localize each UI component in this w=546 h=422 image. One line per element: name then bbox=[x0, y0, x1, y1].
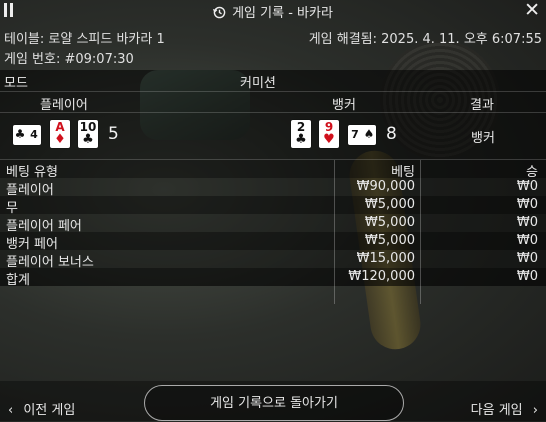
player-card-3: 10 ♣ bbox=[78, 120, 98, 148]
game-number: 게임 번호: #09:07:30 bbox=[4, 52, 134, 67]
card-suit: ♥ bbox=[323, 132, 335, 147]
bet-amount: ₩90,000 bbox=[356, 179, 415, 194]
next-game-label: 다음 게임 bbox=[470, 403, 523, 418]
next-game-button[interactable]: 다음 게임 › bbox=[471, 399, 538, 418]
card-suit: ♣ bbox=[82, 132, 94, 147]
commission-label: 커미션 bbox=[240, 76, 276, 91]
win-amount: ₩0 bbox=[516, 251, 538, 266]
window-title: 게임 기록 - 바카라 bbox=[232, 6, 333, 21]
chevron-left-icon: ‹ bbox=[8, 403, 14, 418]
banker-card-1: 2 ♣ bbox=[291, 120, 311, 148]
table-row: 플레이어 페어 ₩5,000 ₩0 bbox=[0, 214, 546, 234]
bet-amount: ₩5,000 bbox=[364, 233, 415, 248]
table-row: 무 ₩5,000 ₩0 bbox=[0, 196, 546, 216]
card-rank: 7 bbox=[351, 128, 359, 141]
banker-score: 8 bbox=[386, 124, 397, 144]
win-amount: ₩0 bbox=[516, 179, 538, 194]
bet-amount: ₩5,000 bbox=[364, 215, 415, 230]
player-score: 5 bbox=[108, 124, 119, 144]
player-card-1: 4 ♣ bbox=[13, 125, 41, 145]
win-amount: ₩0 bbox=[516, 215, 538, 230]
total-row: 합계 ₩120,000 ₩0 bbox=[0, 268, 546, 288]
total-label: 합계 bbox=[6, 273, 30, 288]
card-suit: ♣ bbox=[295, 132, 307, 147]
table-row: 플레이어 보너스 ₩15,000 ₩0 bbox=[0, 250, 546, 270]
bet-amount: ₩5,000 bbox=[364, 197, 415, 212]
table-row: 뱅커 페어 ₩5,000 ₩0 bbox=[0, 232, 546, 252]
total-win-amount: ₩0 bbox=[516, 269, 538, 284]
table-name: 테이블: 로얄 스피드 바카라 1 bbox=[4, 32, 165, 47]
back-to-history-button[interactable]: 게임 기록으로 돌아가기 bbox=[144, 385, 404, 421]
back-to-history-label: 게임 기록으로 돌아가기 bbox=[210, 396, 338, 411]
card-suit: ♦ bbox=[54, 132, 66, 147]
win-amount: ₩0 bbox=[516, 233, 538, 248]
banker-card-3: 7 ♠ bbox=[348, 125, 376, 145]
close-icon[interactable]: ✕ bbox=[524, 1, 540, 20]
title-bar: 게임 기록 - 바카라 ✕ bbox=[0, 0, 546, 22]
game-resolved-time: 게임 해결됨: 2025. 4. 11. 오후 6:07:55 bbox=[308, 32, 542, 47]
window-title-wrap: 게임 기록 - 바카라 bbox=[0, 2, 546, 21]
mode-label: 모드 bbox=[4, 76, 28, 91]
card-rank: 4 bbox=[30, 128, 38, 141]
result-header-row: 플레이어 뱅커 결과 bbox=[0, 92, 546, 113]
mode-header-row: 모드 커미션 bbox=[0, 70, 546, 92]
footer-nav: ‹ 이전 게임 게임 기록으로 돌아가기 다음 게임 › bbox=[0, 381, 546, 421]
column-divider bbox=[420, 160, 421, 304]
hands-row: 4 ♣ A ♦ 10 ♣ 5 2 ♣ 9 ♥ 7 ♠ 8 뱅커 bbox=[0, 113, 546, 160]
player-card-2: A ♦ bbox=[50, 120, 70, 148]
total-bet-amount: ₩120,000 bbox=[348, 269, 415, 284]
history-icon bbox=[213, 6, 226, 19]
column-divider bbox=[334, 160, 335, 304]
table-row: 플레이어 ₩90,000 ₩0 bbox=[0, 178, 546, 198]
result-value: 뱅커 bbox=[471, 131, 495, 146]
previous-game-label: 이전 게임 bbox=[23, 403, 76, 418]
card-suit: ♠ bbox=[363, 127, 375, 141]
card-suit: ♣ bbox=[14, 127, 26, 141]
result-header: 결과 bbox=[470, 98, 494, 113]
win-amount: ₩0 bbox=[516, 197, 538, 212]
previous-game-button[interactable]: ‹ 이전 게임 bbox=[8, 399, 75, 418]
bets-table: 베팅 유형 베팅 승 플레이어 ₩90,000 ₩0 무 ₩5,000 ₩0 플… bbox=[0, 160, 546, 288]
banker-header: 뱅커 bbox=[332, 98, 356, 113]
player-header: 플레이어 bbox=[40, 98, 88, 113]
banker-card-2: 9 ♥ bbox=[319, 120, 339, 148]
bets-header-row: 베팅 유형 베팅 승 bbox=[0, 160, 546, 180]
bet-amount: ₩15,000 bbox=[356, 251, 415, 266]
chevron-right-icon: › bbox=[532, 403, 538, 418]
